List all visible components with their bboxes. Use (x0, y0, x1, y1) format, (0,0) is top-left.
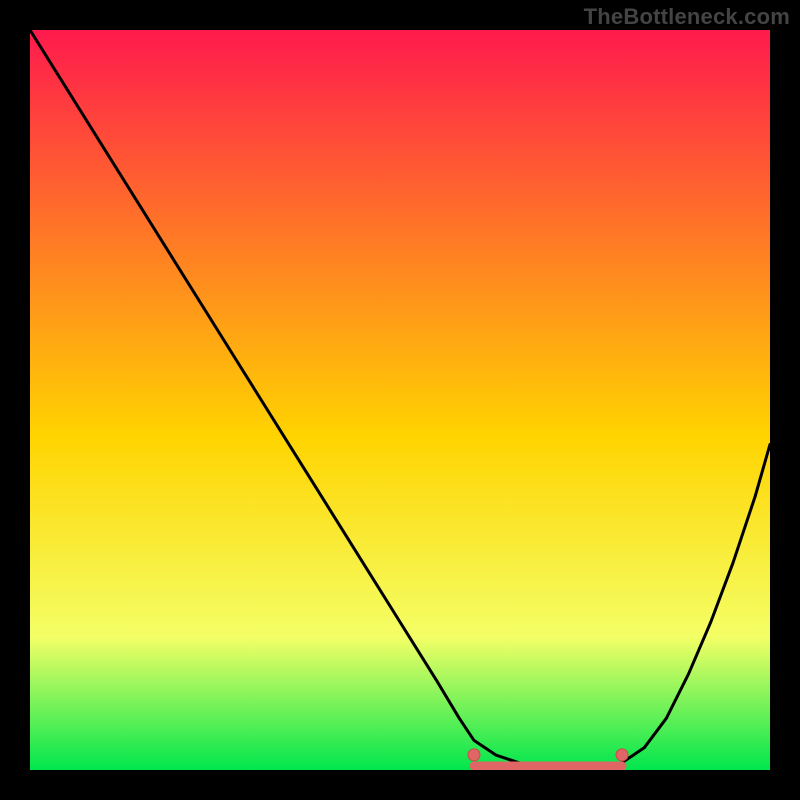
chart-frame: TheBottleneck.com (0, 0, 800, 800)
gradient-bg (30, 30, 770, 770)
optimal-range-end-marker (616, 749, 628, 761)
optimal-range-start-marker (468, 749, 480, 761)
watermark-text: TheBottleneck.com (584, 4, 790, 30)
plot-area (30, 30, 770, 770)
plot-svg (30, 30, 770, 770)
